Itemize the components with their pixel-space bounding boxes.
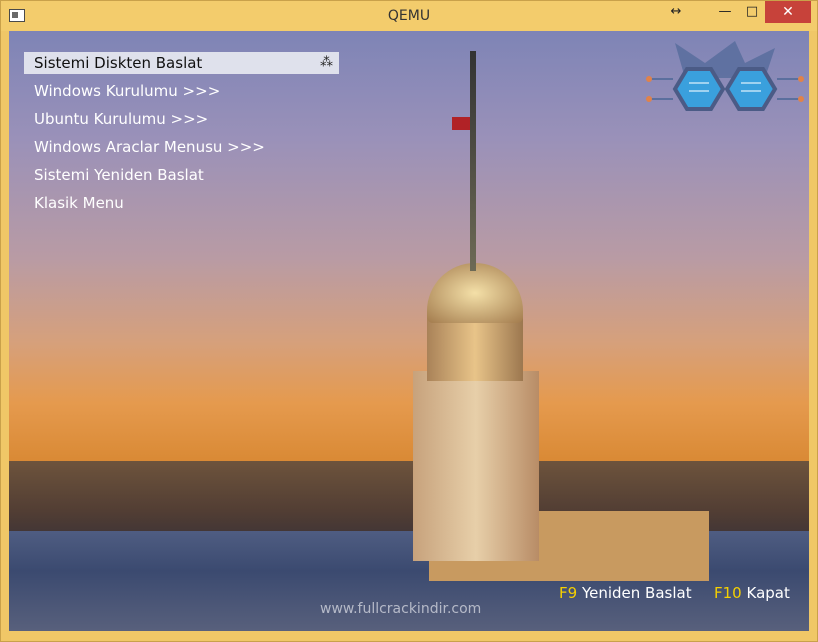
menu-item-label: Windows Kurulumu >>>: [34, 82, 221, 100]
close-button[interactable]: ✕: [765, 1, 811, 23]
guest-screen[interactable]: Sistemi Diskten Baslat ⁂ Windows Kurulum…: [9, 31, 809, 631]
menu-item-label: Sistemi Yeniden Baslat: [34, 166, 204, 184]
loading-spinner-icon: ⁂: [320, 55, 333, 70]
menu-item-boot-from-disk[interactable]: Sistemi Diskten Baslat ⁂: [24, 52, 339, 74]
flag-icon: [452, 117, 470, 130]
menu-item-label: Sistemi Diskten Baslat: [34, 54, 203, 72]
window-title: QEMU: [387, 8, 431, 24]
hint-key-f10: F10: [714, 584, 742, 602]
maximize-button[interactable]: □: [739, 1, 765, 23]
tower-body: [413, 371, 539, 561]
menu-item-ubuntu-setup[interactable]: Ubuntu Kurulumu >>>: [24, 108, 339, 130]
hint-key-f9: F9: [559, 584, 578, 602]
watermark-text: www.fullcrackindir.com: [320, 601, 482, 617]
hint-label-shutdown: Kapat: [746, 584, 790, 602]
menu-item-windows-setup[interactable]: Windows Kurulumu >>>: [24, 80, 339, 102]
menu-item-label: Klasik Menu: [34, 194, 124, 212]
tower-spire: [470, 51, 476, 271]
menu-item-label: Windows Araclar Menusu >>>: [34, 138, 265, 156]
tower-dome: [427, 263, 523, 323]
menu-item-label: Ubuntu Kurulumu >>>: [34, 110, 209, 128]
boot-menu: Sistemi Diskten Baslat ⁂ Windows Kurulum…: [24, 52, 339, 220]
hint-label-restart: Yeniden Baslat: [581, 584, 692, 602]
menu-item-classic-menu[interactable]: Klasik Menu: [24, 192, 339, 214]
title-bar[interactable]: QEMU ↔ — □ ✕: [1, 1, 817, 31]
hint-restart[interactable]: F9 Yeniden Baslat: [559, 584, 692, 602]
geek-glasses-logo-icon: [646, 41, 804, 111]
hint-shutdown[interactable]: F10 Kapat: [714, 584, 790, 602]
qemu-window: QEMU ↔ — □ ✕ Sistemi Diskten Baslat ⁂ Wi…: [0, 0, 818, 642]
menu-item-restart-system[interactable]: Sistemi Yeniden Baslat: [24, 164, 339, 186]
menu-item-windows-tools[interactable]: Windows Araclar Menusu >>>: [24, 136, 339, 158]
resize-icon[interactable]: ↔: [665, 1, 687, 23]
minimize-button[interactable]: —: [711, 1, 739, 23]
